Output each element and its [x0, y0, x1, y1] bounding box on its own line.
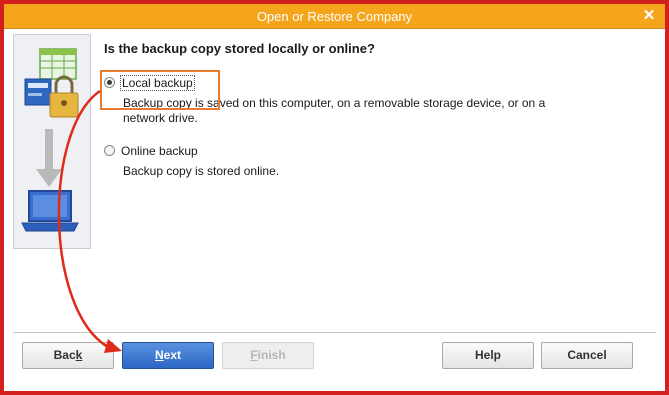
window-title: Open or Restore Company	[256, 9, 413, 24]
down-arrow-icon	[36, 129, 62, 187]
company-file-icon	[24, 78, 52, 106]
finish-label-post: inish	[257, 348, 286, 362]
back-button[interactable]: Back	[22, 342, 114, 369]
button-separator	[13, 332, 656, 333]
finish-button[interactable]: Finish	[222, 342, 314, 369]
next-button[interactable]: Next	[122, 342, 214, 369]
online-backup-description: Backup copy is stored online.	[123, 164, 280, 178]
spreadsheet-icon	[39, 48, 77, 80]
laptop-icon	[21, 190, 79, 232]
next-label-post: ext	[163, 348, 181, 362]
online-backup-label[interactable]: Online backup	[121, 144, 198, 158]
close-icon[interactable]: ✕	[641, 8, 657, 24]
dialog-body: Is the backup copy stored locally or onl…	[4, 29, 665, 391]
online-backup-radio[interactable]	[104, 145, 115, 156]
finish-label-accel: F	[250, 348, 258, 362]
back-label-accel: k	[75, 348, 83, 362]
lock-icon	[49, 75, 79, 118]
cancel-button[interactable]: Cancel	[541, 342, 633, 369]
back-label-pre: Bac	[53, 348, 76, 362]
dialog-window: Open or Restore Company ✕ Is the backup …	[0, 0, 669, 395]
title-bar: Open or Restore Company ✕	[4, 4, 665, 29]
help-button[interactable]: Help	[442, 342, 534, 369]
next-label-accel: N	[154, 348, 164, 362]
restore-illustration	[13, 34, 91, 249]
local-backup-highlight	[100, 70, 220, 110]
question-heading: Is the backup copy stored locally or onl…	[104, 41, 375, 56]
